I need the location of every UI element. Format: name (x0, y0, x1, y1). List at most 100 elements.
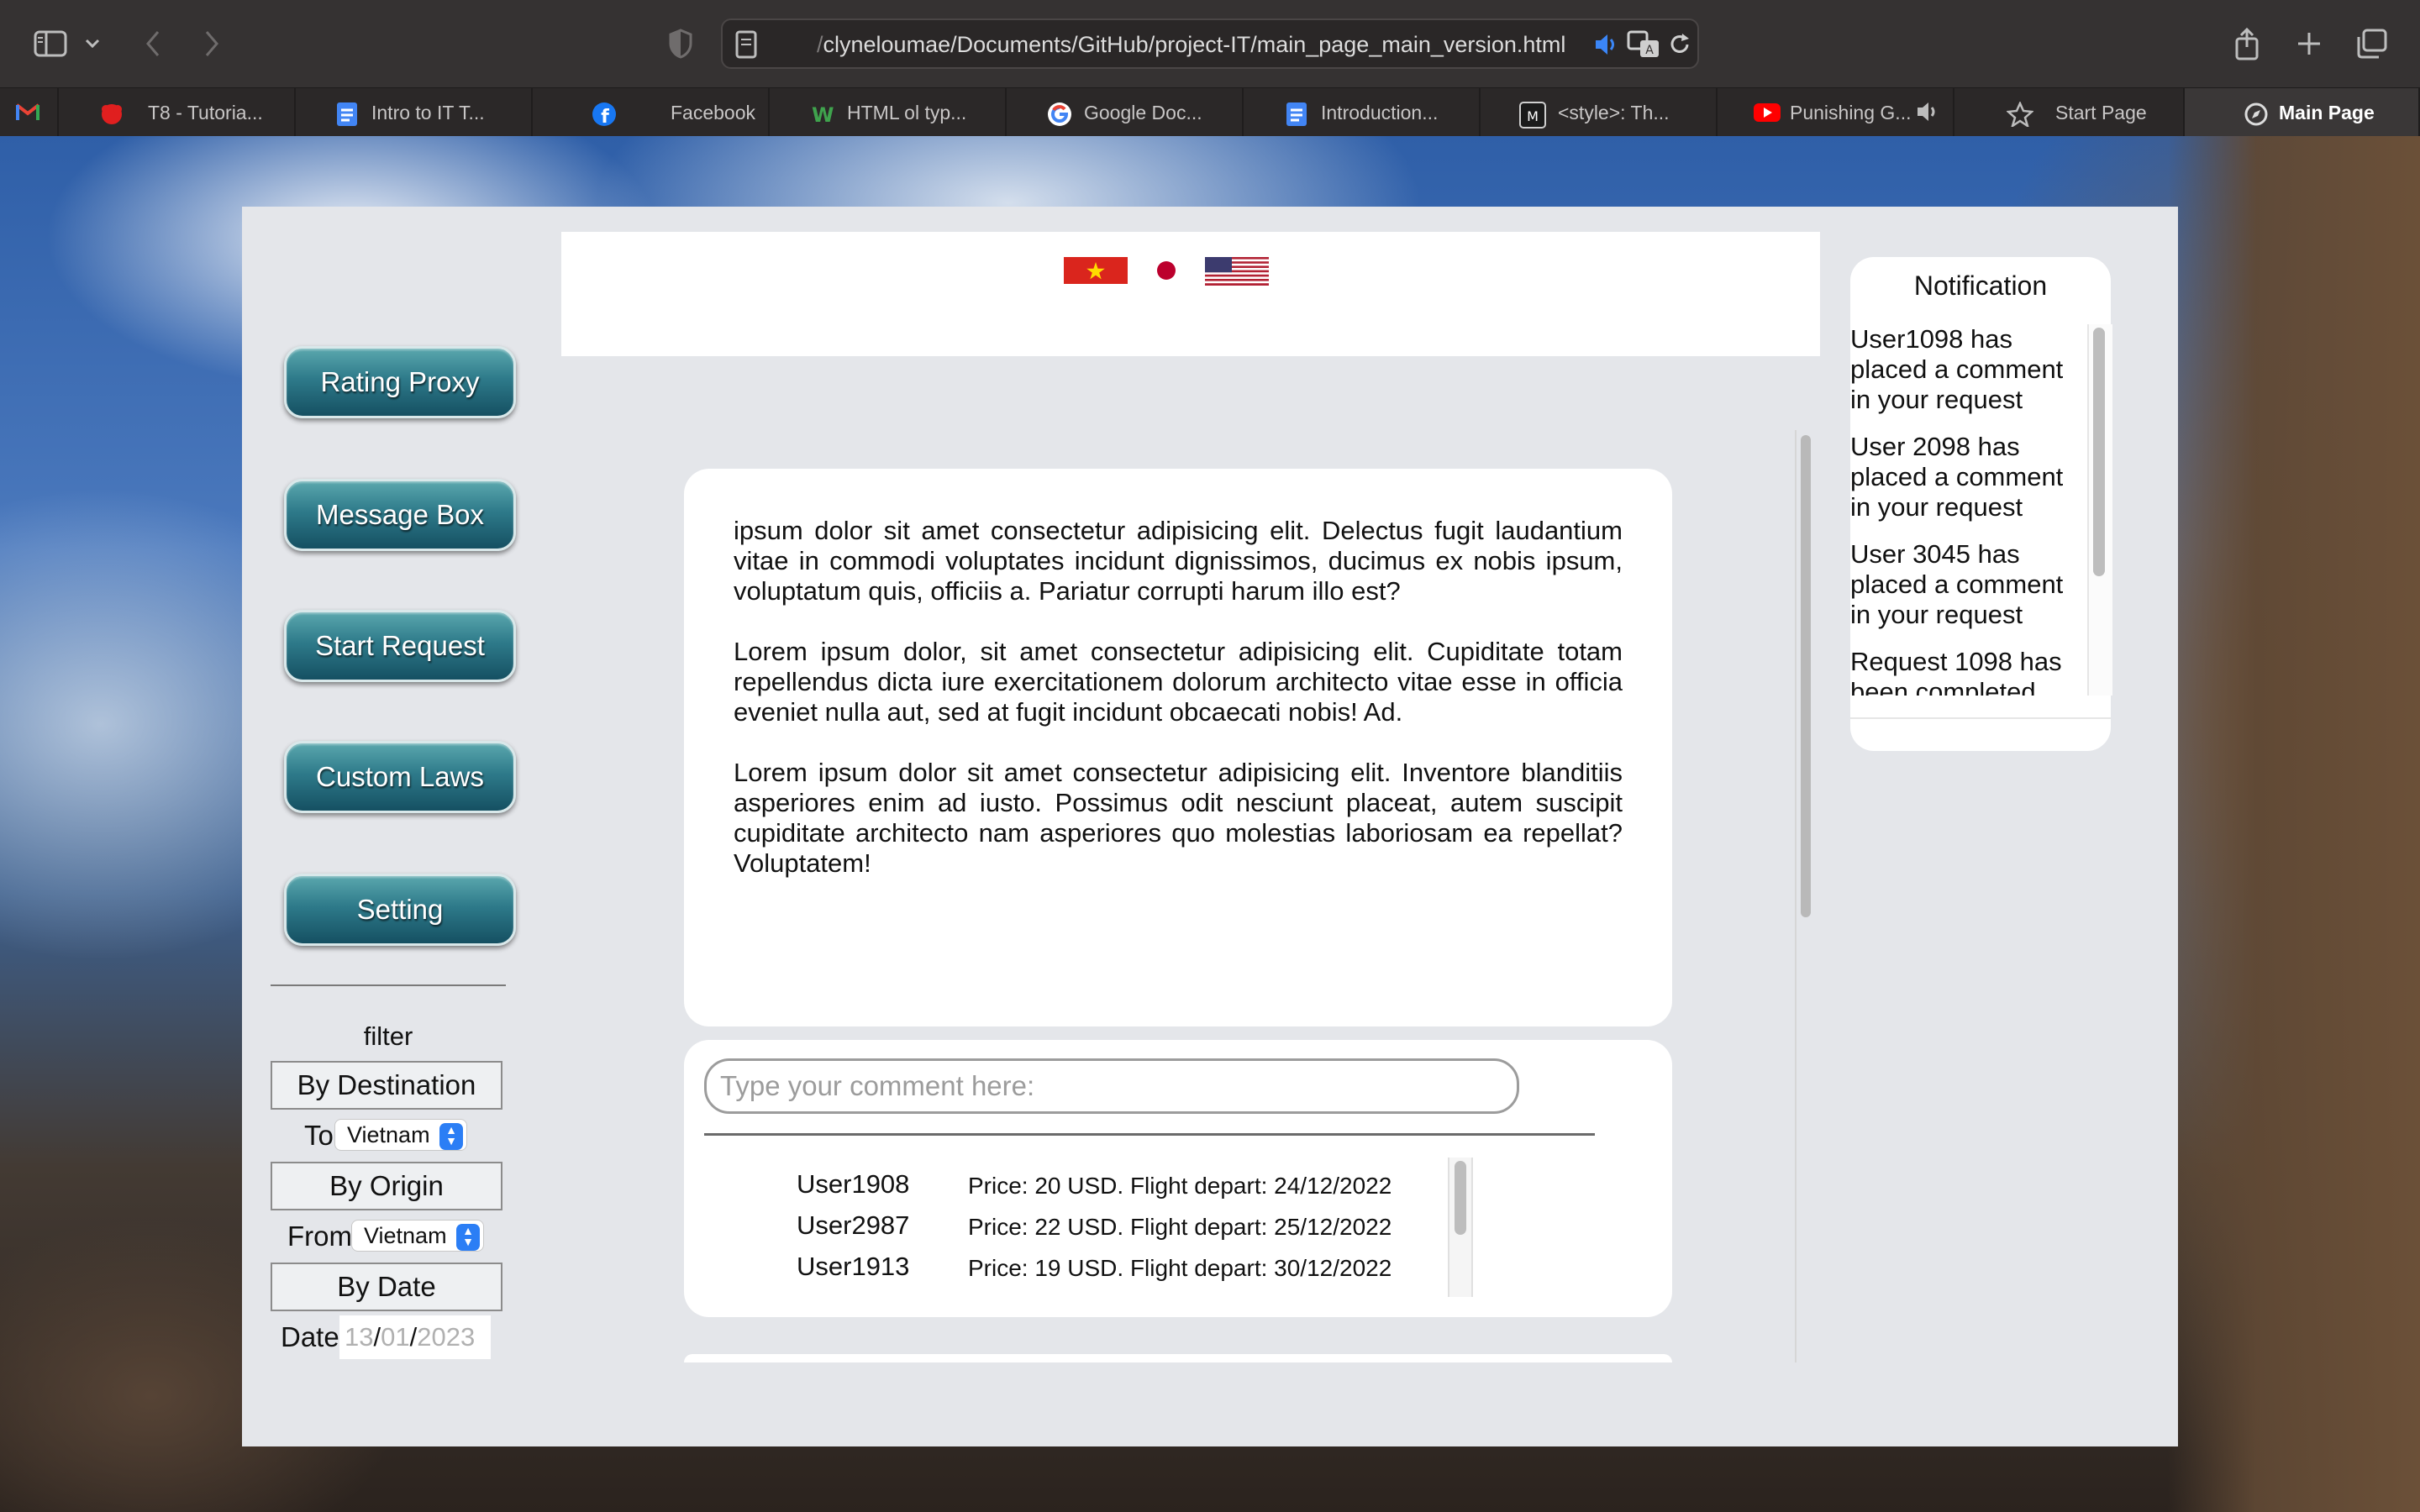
notification-title: Notification (1913, 270, 2048, 301)
tab-start-page[interactable]: Start Page (1954, 88, 2185, 137)
reload-icon[interactable] (1667, 32, 1692, 63)
back-icon[interactable] (129, 22, 176, 66)
comment-divider (704, 1133, 1595, 1136)
button-label: Custom Laws (316, 761, 484, 792)
from-select[interactable]: Vietnam ▲ ▼ (351, 1220, 484, 1252)
address-bar[interactable]: /clyneloumae/Documents/GitHub/project-IT… (721, 18, 1699, 69)
custom-laws-button[interactable]: Custom Laws (284, 741, 516, 813)
wallpaper-rock (2168, 136, 2420, 1512)
next-card (684, 1354, 1672, 1362)
tab-overview-icon[interactable] (2348, 22, 2395, 66)
notification-scrollbar-thumb[interactable] (2093, 328, 2105, 576)
youtube-icon (1753, 102, 1781, 125)
new-tab-icon[interactable] (2286, 22, 2333, 66)
red-blob-icon (99, 102, 123, 125)
tab-style-mdn[interactable]: M <style>: Th... (1481, 88, 1718, 137)
date-separator: / (373, 1322, 381, 1352)
tab-label: Intro to IT T... (371, 101, 485, 123)
comment-placeholder: Type your comment here: (720, 1070, 1035, 1101)
by-origin-button[interactable]: By Origin (271, 1162, 502, 1210)
vietnam-flag[interactable] (1064, 257, 1128, 284)
comment-user[interactable]: User2987 (797, 1210, 909, 1241)
tab-gmail[interactable] (0, 88, 59, 137)
to-label: To (304, 1120, 334, 1151)
sidebar-divider (271, 984, 506, 986)
by-date-button[interactable]: By Date (271, 1263, 502, 1311)
forward-icon[interactable] (188, 22, 235, 66)
chevron-down-icon[interactable] (76, 22, 109, 66)
usa-flag[interactable] (1205, 257, 1269, 286)
url-prefix: / (817, 32, 823, 57)
comments-scrollbar-thumb[interactable] (1455, 1161, 1466, 1235)
japan-flag[interactable] (1153, 257, 1180, 284)
facebook-icon: f (592, 102, 616, 128)
tab-label: Google Doc... (1084, 101, 1202, 123)
tab-main-page[interactable]: Main Page (2185, 88, 2420, 137)
tab-html-ol[interactable]: W HTML ol typ... (770, 88, 1007, 137)
tab-intro-to-it[interactable]: Intro to IT T... (296, 88, 533, 137)
comment-detail: Price: 20 USD. Flight depart: 24/12/2022 (968, 1173, 1392, 1199)
date-year[interactable]: 2023 (417, 1322, 475, 1352)
comment-detail: Price: 22 USD. Flight depart: 25/12/2022 (968, 1214, 1392, 1240)
date-day[interactable]: 13 (345, 1322, 373, 1352)
share-icon[interactable] (2223, 22, 2270, 66)
browser-toolbar: /clyneloumae/Documents/GitHub/project-IT… (0, 0, 2420, 87)
date-month[interactable]: 01 (381, 1322, 409, 1352)
button-label: Setting (356, 894, 444, 925)
notification-item[interactable]: User 3045 has placed a comment in your r… (1850, 539, 2089, 630)
by-destination-button[interactable]: By Destination (271, 1061, 502, 1110)
setting-button[interactable]: Setting (284, 874, 516, 946)
speaker-icon[interactable] (1593, 32, 1620, 63)
comment-user[interactable]: User1913 (797, 1252, 909, 1282)
notification-list[interactable]: User1098 has placed a comment in your re… (1850, 324, 2089, 696)
button-label: By Date (337, 1271, 436, 1302)
shield-icon[interactable] (657, 22, 704, 66)
google-icon (1047, 102, 1071, 126)
tab-label: Introduction... (1321, 101, 1439, 123)
tab-facebook[interactable]: f Facebook (533, 88, 770, 137)
svg-text:A: A (1645, 44, 1654, 57)
to-select[interactable]: Vietnam ▲ ▼ (334, 1119, 467, 1151)
tab-introduction[interactable]: Introduction... (1244, 88, 1481, 137)
date-input[interactable]: 13/01/2023 (339, 1315, 491, 1359)
updown-chevron-icon: ▲ ▼ (456, 1224, 480, 1251)
notification-item[interactable]: User1098 has placed a comment in your re… (1850, 324, 2089, 415)
sidebar-toggle-icon[interactable] (27, 22, 74, 66)
svg-text:W: W (812, 103, 834, 127)
w3schools-icon: W (810, 102, 834, 127)
message-box-button[interactable]: Message Box (284, 479, 516, 551)
svg-text:M: M (1527, 108, 1539, 124)
notification-item[interactable]: User 2098 has placed a comment in your r… (1850, 432, 2089, 522)
comment-user[interactable]: User1908 (797, 1169, 909, 1200)
select-value: Vietnam (364, 1222, 447, 1248)
button-label: Start Request (315, 630, 485, 661)
notification-item[interactable]: Request 1098 has been completed (1850, 647, 2089, 696)
translate-icon[interactable]: A (1627, 30, 1660, 65)
mdn-icon: M (1519, 102, 1546, 129)
tab-t8-tutorial[interactable]: T8 - Tutoria... (59, 88, 296, 137)
date-label: Date (281, 1321, 339, 1352)
tab-label: Facebook (671, 101, 756, 123)
tab-punishing[interactable]: Punishing G... (1718, 88, 1954, 137)
from-label: From (287, 1221, 352, 1252)
paragraph: Lorem ipsum dolor sit amet consectetur a… (734, 758, 1623, 878)
button-label: Rating Proxy (320, 366, 480, 397)
notification-divider (1850, 717, 2111, 719)
updown-chevron-icon: ▲ ▼ (439, 1123, 463, 1150)
url-text: /clyneloumae/Documents/GitHub/project-IT… (817, 32, 1565, 58)
comment-input[interactable]: Type your comment here: (704, 1058, 1519, 1114)
tab-bar: T8 - Tutoria... Intro to IT T... f Faceb… (0, 87, 2420, 137)
filter-title: filter (363, 1021, 413, 1051)
main-scrollbar-thumb[interactable] (1801, 435, 1811, 917)
google-docs-icon (1286, 102, 1309, 126)
rating-proxy-button[interactable]: Rating Proxy (284, 346, 516, 418)
tab-google-doc[interactable]: Google Doc... (1007, 88, 1244, 137)
paragraph: ipsum dolor sit amet consectetur adipisi… (734, 516, 1623, 606)
start-request-button[interactable]: Start Request (284, 610, 516, 682)
svg-text:f: f (601, 107, 609, 127)
tab-label: HTML ol typ... (847, 101, 967, 123)
compass-icon (2244, 102, 2268, 126)
tab-audio-icon[interactable] (1916, 100, 1941, 129)
button-label: By Origin (329, 1170, 444, 1201)
page-header (561, 232, 1820, 356)
